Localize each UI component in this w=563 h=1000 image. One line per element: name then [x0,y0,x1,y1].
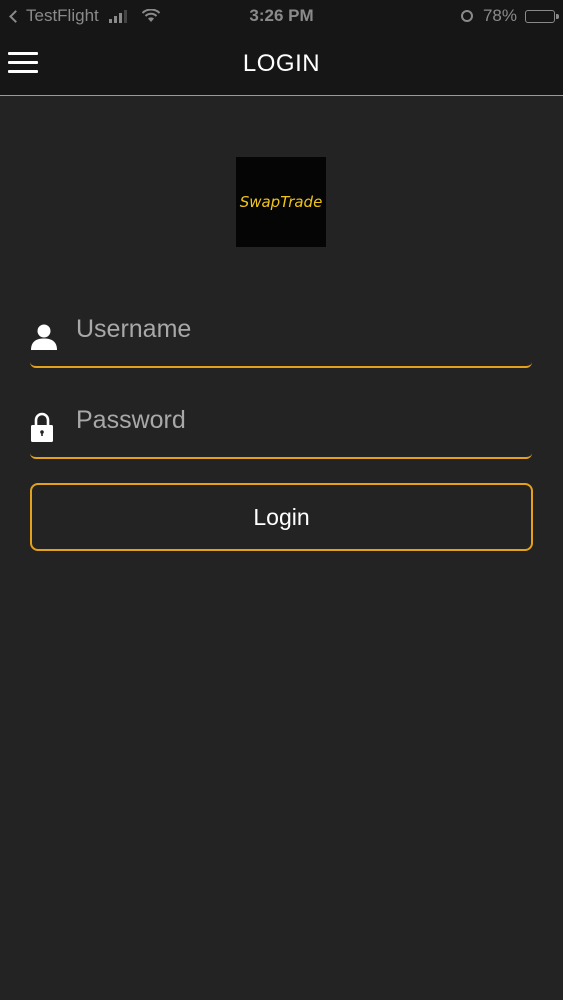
battery-tip [556,13,559,19]
password-input[interactable] [76,402,516,438]
logo-text: SwapTrade [239,193,323,211]
app-logo: SwapTrade [236,157,326,247]
password-field-container [30,392,532,459]
page-title: LOGIN [242,50,321,77]
status-bar-right: 78% [460,6,559,26]
status-bar: TestFlight 3:26 PM 78% [0,0,563,32]
user-icon [31,324,57,350]
battery-icon [525,9,559,23]
orientation-lock-icon [460,10,473,22]
navigation-bar: LOGIN [0,32,563,96]
lock-icon [31,412,53,442]
username-field-container [30,301,532,368]
login-button[interactable]: Login [30,483,533,551]
username-input[interactable] [76,311,516,347]
battery-percent: 78% [482,6,517,25]
